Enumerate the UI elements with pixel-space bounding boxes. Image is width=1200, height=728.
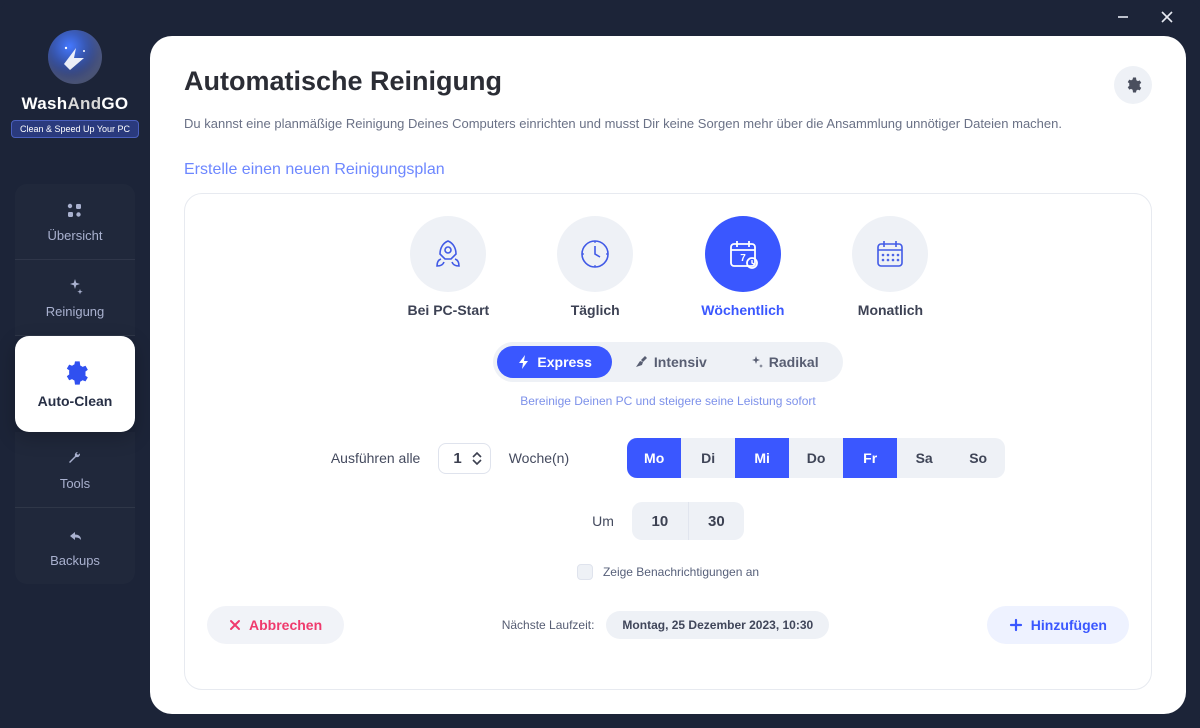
- nav-label: Reinigung: [46, 304, 105, 319]
- time-hour[interactable]: 10: [632, 502, 688, 540]
- rocket-icon: [410, 216, 486, 292]
- nav-cleaning[interactable]: Reinigung: [15, 260, 135, 336]
- gear-icon: [1124, 76, 1142, 94]
- schedule-monthly[interactable]: Monatlich: [852, 216, 928, 318]
- weekday-selector: Mo Di Mi Do Fr Sa So: [627, 438, 1005, 478]
- schedule-options: Bei PC-Start Täglich 7 Wöchentlich: [207, 216, 1129, 318]
- schedule-pcstart[interactable]: Bei PC-Start: [408, 216, 490, 318]
- sidebar: WashAndGO Clean & Speed Up Your PC Übers…: [0, 0, 150, 728]
- titlebar: [1090, 0, 1200, 34]
- schedule-label: Täglich: [571, 302, 620, 318]
- clock-icon: [557, 216, 633, 292]
- wrench-icon: [64, 448, 86, 470]
- run-frequency-row: Ausführen alle 1 Woche(n) Mo Di Mi Do Fr…: [207, 438, 1129, 478]
- undo-icon: [64, 525, 86, 547]
- app-window: WashAndGO Clean & Speed Up Your PC Übers…: [0, 0, 1200, 728]
- time-picker: 10 30: [632, 502, 744, 540]
- main-header: Automatische Reinigung: [184, 66, 1152, 104]
- add-label: Hinzufügen: [1031, 617, 1107, 633]
- nav: Übersicht Reinigung Auto-Clean Tools: [15, 184, 135, 584]
- nav-label: Tools: [60, 476, 90, 491]
- day-mo[interactable]: Mo: [627, 438, 681, 478]
- section-title: Erstelle einen neuen Reinigungsplan: [184, 161, 1152, 179]
- panel-footer: Abbrechen Nächste Laufzeit: Montag, 25 D…: [207, 606, 1129, 644]
- notify-label: Zeige Benachrichtigungen an: [603, 565, 759, 579]
- nav-overview[interactable]: Übersicht: [15, 184, 135, 260]
- mode-radikal[interactable]: Radikal: [729, 346, 839, 378]
- mode-label: Radikal: [769, 354, 819, 370]
- close-icon: [229, 619, 241, 631]
- notify-checkbox[interactable]: [577, 564, 593, 580]
- bolt-icon: [517, 355, 531, 369]
- day-mi[interactable]: Mi: [735, 438, 789, 478]
- logo: WashAndGO Clean & Speed Up Your PC: [11, 30, 139, 138]
- mode-description: Bereinige Deinen PC und steigere seine L…: [207, 394, 1129, 408]
- run-unit-label: Woche(n): [509, 450, 569, 466]
- chevron-down-icon: [472, 459, 482, 465]
- sparkles-icon: [749, 355, 763, 369]
- calendar-week-icon: 7: [705, 216, 781, 292]
- sparkle-icon: [64, 276, 86, 298]
- grid-icon: [64, 200, 86, 222]
- chevron-up-icon: [472, 452, 482, 458]
- logo-icon: [48, 30, 102, 84]
- svg-text:7: 7: [740, 253, 746, 264]
- brand-tagline: Clean & Speed Up Your PC: [11, 120, 139, 138]
- nav-tools[interactable]: Tools: [15, 432, 135, 508]
- cancel-label: Abbrechen: [249, 617, 322, 633]
- mode-label: Intensiv: [654, 354, 707, 370]
- nav-label: Übersicht: [48, 228, 103, 243]
- day-sa[interactable]: Sa: [897, 438, 951, 478]
- run-every-label: Ausführen alle: [331, 450, 421, 466]
- schedule-label: Monatlich: [858, 302, 923, 318]
- schedule-label: Bei PC-Start: [408, 302, 490, 318]
- time-minute[interactable]: 30: [688, 502, 744, 540]
- main-panel: Automatische Reinigung Du kannst eine pl…: [150, 36, 1186, 714]
- day-so[interactable]: So: [951, 438, 1005, 478]
- schedule-daily[interactable]: Täglich: [557, 216, 633, 318]
- mode-intensiv[interactable]: Intensiv: [614, 346, 727, 378]
- frequency-stepper[interactable]: 1: [438, 443, 490, 474]
- mode-label: Express: [537, 354, 591, 370]
- nav-label: Auto-Clean: [38, 393, 113, 409]
- settings-button[interactable]: [1114, 66, 1152, 104]
- mode-selector: Express Intensiv Radikal: [493, 342, 842, 382]
- mode-express[interactable]: Express: [497, 346, 611, 378]
- page-subtitle: Du kannst eine planmäßige Reinigung Dein…: [184, 116, 1152, 131]
- nav-autoclean[interactable]: Auto-Clean: [15, 336, 135, 432]
- brand-name: WashAndGO: [22, 94, 129, 114]
- nav-backups[interactable]: Backups: [15, 508, 135, 584]
- notify-row: Zeige Benachrichtigungen an: [207, 564, 1129, 580]
- broom-icon: [634, 355, 648, 369]
- page-title: Automatische Reinigung: [184, 66, 502, 97]
- day-di[interactable]: Di: [681, 438, 735, 478]
- calendar-month-icon: [852, 216, 928, 292]
- add-button[interactable]: Hinzufügen: [987, 606, 1129, 644]
- next-run: Nächste Laufzeit: Montag, 25 Dezember 20…: [502, 611, 829, 639]
- frequency-value: 1: [453, 450, 461, 467]
- time-at-label: Um: [592, 513, 614, 529]
- stepper-arrows[interactable]: [472, 452, 482, 465]
- minimize-button[interactable]: [1110, 4, 1136, 30]
- nav-label: Backups: [50, 553, 100, 568]
- gear-icon: [61, 359, 89, 387]
- day-fr[interactable]: Fr: [843, 438, 897, 478]
- time-row: Um 10 30: [207, 502, 1129, 540]
- schedule-label: Wöchentlich: [701, 302, 784, 318]
- close-button[interactable]: [1154, 4, 1180, 30]
- next-run-label: Nächste Laufzeit:: [502, 618, 595, 632]
- schedule-weekly[interactable]: 7 Wöchentlich: [701, 216, 784, 318]
- cancel-button[interactable]: Abbrechen: [207, 606, 344, 644]
- day-do[interactable]: Do: [789, 438, 843, 478]
- next-run-value: Montag, 25 Dezember 2023, 10:30: [606, 611, 829, 639]
- schedule-panel: Bei PC-Start Täglich 7 Wöchentlich: [184, 193, 1152, 690]
- plus-icon: [1009, 618, 1023, 632]
